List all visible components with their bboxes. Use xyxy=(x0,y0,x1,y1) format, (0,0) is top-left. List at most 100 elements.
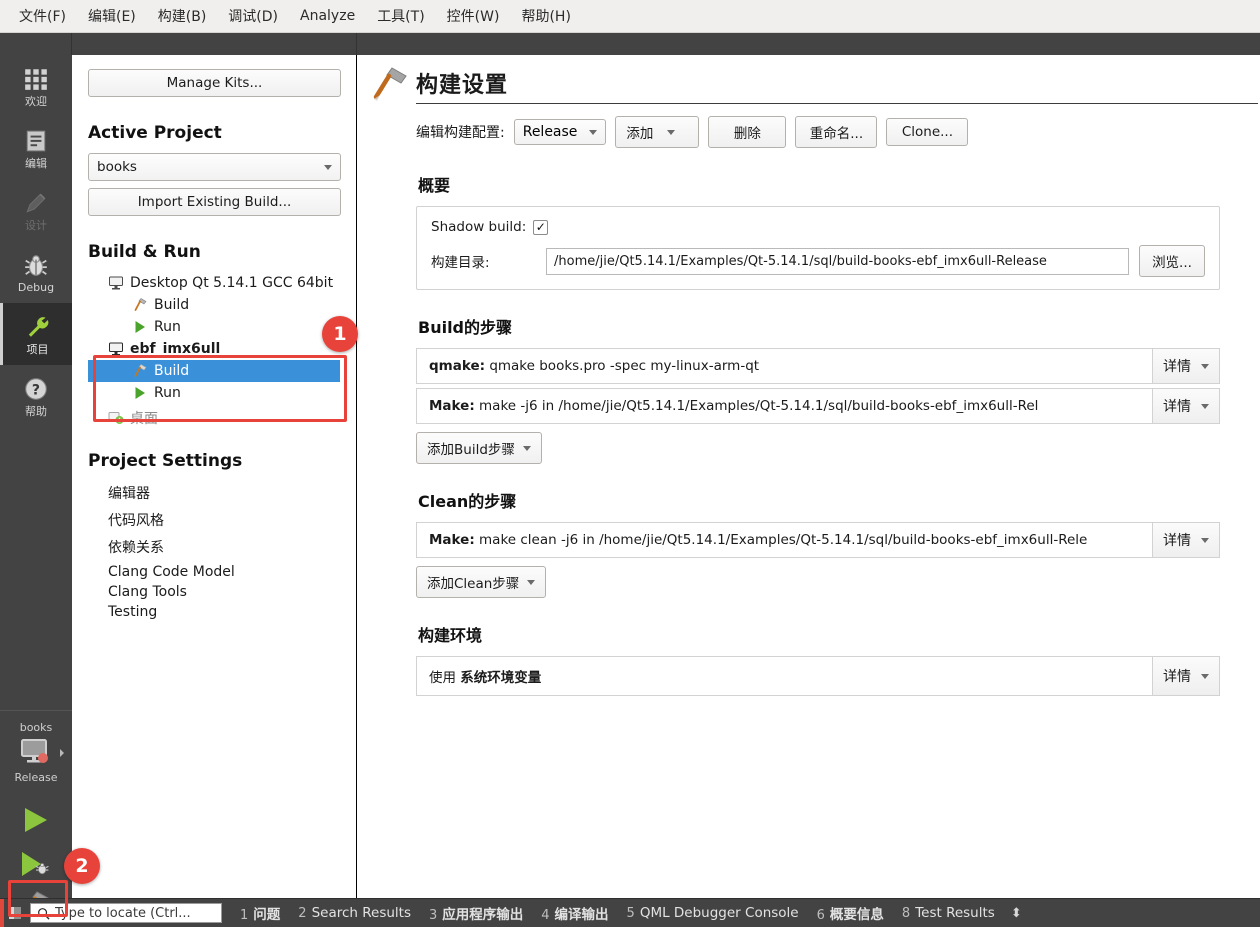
menu-edit[interactable]: 编辑(E) xyxy=(77,3,147,29)
menu-file[interactable]: 文件(F) xyxy=(8,3,77,29)
chevron-down-icon xyxy=(589,129,598,135)
settings-item-editor[interactable]: 编辑器 xyxy=(88,481,340,508)
active-project-combobox[interactable]: books xyxy=(88,153,341,181)
tree-item-desktop-build[interactable]: Build xyxy=(88,294,340,316)
build-environment-details-button[interactable]: 详情 xyxy=(1152,657,1219,695)
mode-edit[interactable]: 编辑 xyxy=(0,117,72,179)
tab-number: 8 xyxy=(901,906,911,921)
build-directory-input[interactable] xyxy=(546,247,1129,275)
tab-label: 编译输出 xyxy=(554,907,609,923)
shadow-build-checkbox[interactable]: ✓ xyxy=(533,219,549,235)
menu-debug[interactable]: 调试(D) xyxy=(217,3,289,29)
project-tree-panel: Manage Kits... Active Project books Impo… xyxy=(72,55,357,898)
hammer-icon xyxy=(373,67,407,101)
build-step-details-button[interactable]: 详情 xyxy=(1152,349,1219,383)
build-config-bar: 编辑构建配置: Release 添加 删除 重命名... Clone... xyxy=(416,116,1220,148)
browse-button[interactable]: 浏览... xyxy=(1139,245,1205,277)
tree-item-kit-desktop[interactable]: Desktop Qt 5.14.1 GCC 64bit xyxy=(88,272,340,294)
rename-config-button[interactable]: 重命名... xyxy=(795,116,878,148)
output-tab-qml-debugger-console[interactable]: 5 QML Debugger Console xyxy=(627,905,799,921)
details-label: 详情 xyxy=(1163,533,1191,549)
tree-item-ebf-run[interactable]: Run xyxy=(88,382,340,404)
desktop-icon xyxy=(21,739,48,763)
shadow-build-label: Shadow build: xyxy=(431,219,527,235)
summary-groupbox: Shadow build: ✓ 构建目录: 浏览... xyxy=(416,206,1220,290)
menu-help[interactable]: 帮助(H) xyxy=(510,3,581,29)
hammer-icon xyxy=(134,298,147,311)
tree-item-desktop-run[interactable]: Run xyxy=(88,316,340,338)
active-project-value: books xyxy=(97,159,137,175)
mode-welcome[interactable]: 欢迎 xyxy=(0,55,72,117)
output-tab-compile-output[interactable]: 4 编译输出 xyxy=(541,903,608,923)
menu-bar: 文件(F) 编辑(E) 构建(B) 调试(D) Analyze 工具(T) 控件… xyxy=(0,0,1260,33)
run-button[interactable] xyxy=(0,798,72,842)
output-tab-application-output[interactable]: 3 应用程序输出 xyxy=(429,903,523,923)
output-tab-general-messages[interactable]: 6 概要信息 xyxy=(817,903,884,923)
mode-help[interactable]: ? 帮助 xyxy=(0,365,72,427)
build-step-text: Make: make -j6 in /home/jie/Qt5.14.1/Exa… xyxy=(417,389,1152,423)
clean-step-text: Make: make clean -j6 in /home/jie/Qt5.14… xyxy=(417,523,1152,557)
kit-project-name: books xyxy=(19,721,53,734)
desktop-icon xyxy=(109,342,123,356)
settings-item-clang-code-model[interactable]: Clang Code Model xyxy=(88,562,340,582)
build-directory-label: 构建目录: xyxy=(431,255,490,271)
tab-number: 1 xyxy=(240,908,249,923)
settings-item-code-style[interactable]: 代码风格 xyxy=(88,508,340,535)
output-pane-toggle-button[interactable] xyxy=(4,899,26,927)
top-toolbar-strip xyxy=(0,33,1260,55)
run-icon xyxy=(135,387,145,399)
build-environment-text: 使用 系统环境变量 xyxy=(417,657,1152,695)
chevron-down-icon xyxy=(667,129,676,135)
import-existing-build-button[interactable]: Import Existing Build... xyxy=(88,188,341,216)
settings-item-clang-tools[interactable]: Clang Tools xyxy=(88,582,340,602)
build-step-qmake: qmake: qmake books.pro -spec my-linux-ar… xyxy=(416,348,1220,384)
remove-config-button[interactable]: 删除 xyxy=(708,116,787,148)
add-config-button[interactable]: 添加 xyxy=(615,116,700,148)
build-settings-pane: 构建设置 编辑构建配置: Release 添加 删除 重命名... Clone.… xyxy=(358,55,1260,898)
tab-label: QML Debugger Console xyxy=(639,905,799,921)
mode-welcome-label: 欢迎 xyxy=(25,94,47,108)
build-steps-heading: Build的步骤 xyxy=(418,318,513,337)
build-step-details-button[interactable]: 详情 xyxy=(1152,389,1219,423)
panel-toggle-icon xyxy=(9,907,21,919)
output-pane-updown-icon[interactable]: ⬍ xyxy=(1011,906,1022,921)
mode-projects[interactable]: 项目 xyxy=(0,303,72,365)
title-divider xyxy=(416,103,1258,104)
search-icon xyxy=(38,907,50,920)
kit-selector[interactable]: books Release xyxy=(0,710,72,927)
mode-debug[interactable]: Debug xyxy=(0,241,72,303)
build-environment-value: 系统环境变量 xyxy=(460,670,542,686)
manage-kits-button[interactable]: Manage Kits... xyxy=(88,69,341,97)
bug-icon xyxy=(25,254,47,276)
settings-item-dependencies[interactable]: 依赖关系 xyxy=(88,535,340,562)
mode-design[interactable]: 设计 xyxy=(0,179,72,241)
menu-widgets[interactable]: 控件(W) xyxy=(436,3,511,29)
output-tab-issues[interactable]: 1 问题 xyxy=(240,903,280,923)
details-label: 详情 xyxy=(1163,669,1191,685)
chevron-down-icon xyxy=(1201,403,1209,409)
menu-tools[interactable]: 工具(T) xyxy=(366,3,435,29)
mode-help-label: 帮助 xyxy=(25,404,47,418)
build-config-value: Release xyxy=(522,124,578,140)
tab-label: 问题 xyxy=(253,907,281,923)
settings-item-testing[interactable]: Testing xyxy=(88,602,340,622)
clone-config-button[interactable]: Clone... xyxy=(886,118,969,146)
tree-item-kit-ebf[interactable]: ebf_imx6ull xyxy=(88,338,340,360)
clean-steps-heading: Clean的步骤 xyxy=(418,492,517,511)
project-settings-list: 编辑器 代码风格 依赖关系 Clang Code Model Clang Too… xyxy=(88,481,340,622)
debug-button[interactable] xyxy=(0,842,72,886)
add-build-step-button[interactable]: 添加Build步骤 xyxy=(416,432,542,464)
toolbar-segment-modebar xyxy=(0,33,72,55)
locator-input[interactable]: Type to locate (Ctrl... xyxy=(30,903,222,923)
clean-step-details-button[interactable]: 详情 xyxy=(1152,523,1219,557)
build-config-combobox[interactable]: Release xyxy=(513,119,607,145)
tree-item-ebf-build[interactable]: Build xyxy=(88,360,340,382)
output-tab-test-results[interactable]: 8 Test Results xyxy=(902,905,995,921)
add-clean-step-button[interactable]: 添加Clean步骤 xyxy=(416,566,547,598)
mode-projects-label: 项目 xyxy=(26,342,49,356)
output-tab-search-results[interactable]: 2 Search Results xyxy=(298,905,411,921)
tree-item-add-desktop[interactable]: 桌面 xyxy=(88,407,340,429)
menu-analyze[interactable]: Analyze xyxy=(289,5,366,27)
menu-build[interactable]: 构建(B) xyxy=(147,3,218,29)
chevron-down-icon xyxy=(1201,537,1209,543)
